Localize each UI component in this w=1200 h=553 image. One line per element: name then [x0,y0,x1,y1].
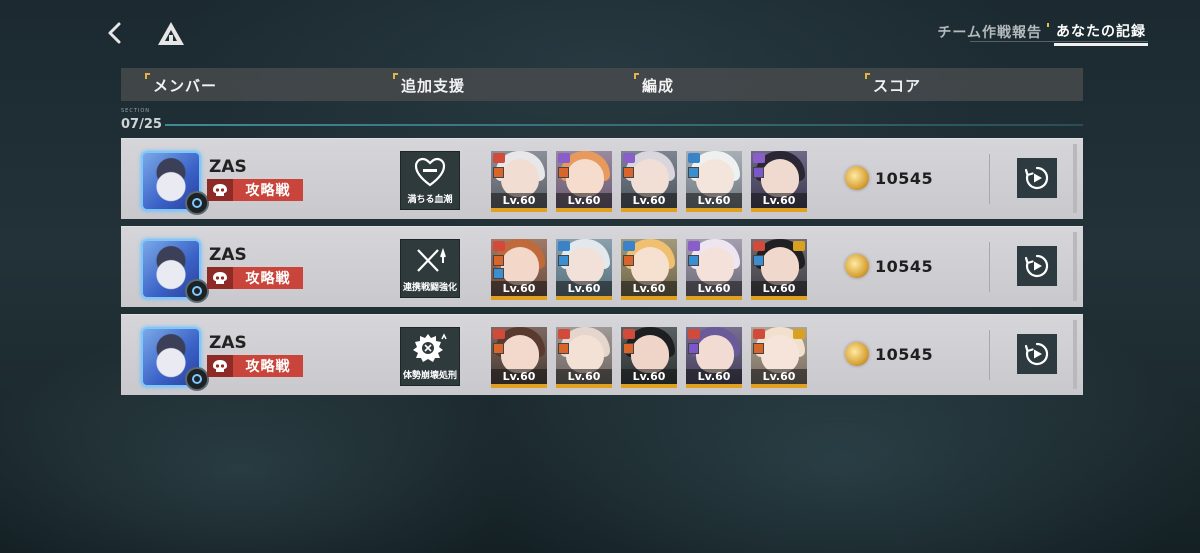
header-formation: 編成 [633,73,675,95]
row-edge [1073,144,1077,213]
mode-badge: 攻略戦 [207,179,303,201]
row-divider [989,242,990,292]
support-unit-icon [793,241,805,251]
replay-button[interactable] [1017,334,1057,374]
unit-level: Lv.60 [751,193,807,208]
mode-label: 攻略戦 [245,359,291,375]
record-row: ZAS 攻略戦 連携戦闘強化 Lv.60 Lv.60 Lv.60 Lv.60 L… [121,226,1083,307]
back-button[interactable] [100,18,130,48]
rank-badge-icon [185,191,209,215]
player-name: ZAS [209,245,247,265]
support-unit-icon [793,329,805,339]
unit-level: Lv.60 [556,369,612,384]
mode-badge: 攻略戦 [207,267,303,289]
replay-button[interactable] [1017,158,1057,198]
replay-icon [1024,342,1049,366]
unit-card[interactable]: Lv.60 [621,151,677,212]
burst-seal-icon [413,333,447,362]
support-skill: 連携戦闘強化 [400,239,460,298]
formation-units: Lv.60 Lv.60 Lv.60 Lv.60 Lv.60 [491,151,807,212]
score-value: 10545 [875,168,934,188]
support-label: 連携戦闘強化 [402,283,457,293]
mode-label: 攻略戦 [245,271,291,287]
replay-icon [1024,254,1049,278]
support-label: 体勢崩壊処刑 [402,371,457,381]
skull-icon [207,355,233,377]
section-divider [165,124,1083,126]
crossed-arrows-icon [417,247,446,272]
unit-card[interactable]: Lv.60 [556,327,612,388]
unit-level: Lv.60 [686,281,742,296]
unit-level: Lv.60 [491,281,547,296]
mode-badge: 攻略戦 [207,355,303,377]
header-score: スコア [864,73,922,95]
player-name: ZAS [209,333,247,353]
formation-units: Lv.60 Lv.60 Lv.60 Lv.60 Lv.60 [491,327,807,388]
unit-card[interactable]: Lv.60 [686,151,742,212]
section-caption: SECTION [121,108,151,114]
replay-button[interactable] [1017,246,1057,286]
support-label: 満ちる血潮 [407,195,453,205]
unit-level: Lv.60 [621,193,677,208]
unit-card[interactable]: Lv.60 [491,239,547,300]
skull-icon [207,179,233,201]
unit-card[interactable]: Lv.60 [491,327,547,388]
skull-icon [207,267,233,289]
unit-card[interactable]: Lv.60 [751,239,807,300]
score: 10545 [845,342,933,366]
score-value: 10545 [875,344,934,364]
chevron-left-icon [108,22,121,44]
unit-level: Lv.60 [751,281,807,296]
unit-card[interactable]: Lv.60 [751,327,807,388]
unit-level: Lv.60 [491,369,547,384]
medal-icon [845,166,869,190]
mode-label: 攻略戦 [245,183,291,199]
header-member: メンバー [144,73,218,95]
score: 10545 [845,254,933,278]
unit-level: Lv.60 [491,193,547,208]
row-edge [1073,232,1077,301]
unit-card[interactable]: Lv.60 [751,151,807,212]
unit-card[interactable]: Lv.60 [491,151,547,212]
record-row: ZAS 攻略戦 体勢崩壊処刑 Lv.60 Lv.60 Lv.60 Lv.60 L… [121,314,1083,395]
score-value: 10545 [875,256,934,276]
unit-level: Lv.60 [751,369,807,384]
unit-card[interactable]: Lv.60 [556,239,612,300]
section-date: 07/25 [121,117,162,132]
unit-level: Lv.60 [621,369,677,384]
row-edge [1073,320,1077,389]
player-name: ZAS [209,157,247,177]
medal-icon [845,254,869,278]
home-button[interactable] [155,18,187,50]
unit-card[interactable]: Lv.60 [556,151,612,212]
unit-level: Lv.60 [556,193,612,208]
column-header-bar: メンバー 追加支援 編成 スコア [121,68,1083,101]
support-skill: 満ちる血潮 [400,151,460,210]
support-skill: 体勢崩壊処刑 [400,327,460,386]
heart-shield-icon [414,157,446,187]
record-row: ZAS 攻略戦 満ちる血潮 Lv.60 Lv.60 Lv.60 Lv.60 Lv… [121,138,1083,219]
unit-level: Lv.60 [686,193,742,208]
unit-card[interactable]: Lv.60 [686,239,742,300]
formation-units: Lv.60 Lv.60 Lv.60 Lv.60 Lv.60 [491,239,807,300]
tabs-divider [970,41,1148,42]
rank-badge-icon [185,279,209,303]
triangle-logo-icon [158,22,184,45]
rank-badge-icon [185,367,209,391]
unit-card[interactable]: Lv.60 [621,239,677,300]
medal-icon [845,342,869,366]
unit-level: Lv.60 [621,281,677,296]
row-divider [989,330,990,380]
header-support: 追加支援 [392,73,466,95]
unit-card[interactable]: Lv.60 [686,327,742,388]
score: 10545 [845,166,933,190]
row-divider [989,154,990,204]
unit-level: Lv.60 [556,281,612,296]
unit-level: Lv.60 [686,369,742,384]
replay-icon [1024,166,1049,190]
unit-card[interactable]: Lv.60 [621,327,677,388]
